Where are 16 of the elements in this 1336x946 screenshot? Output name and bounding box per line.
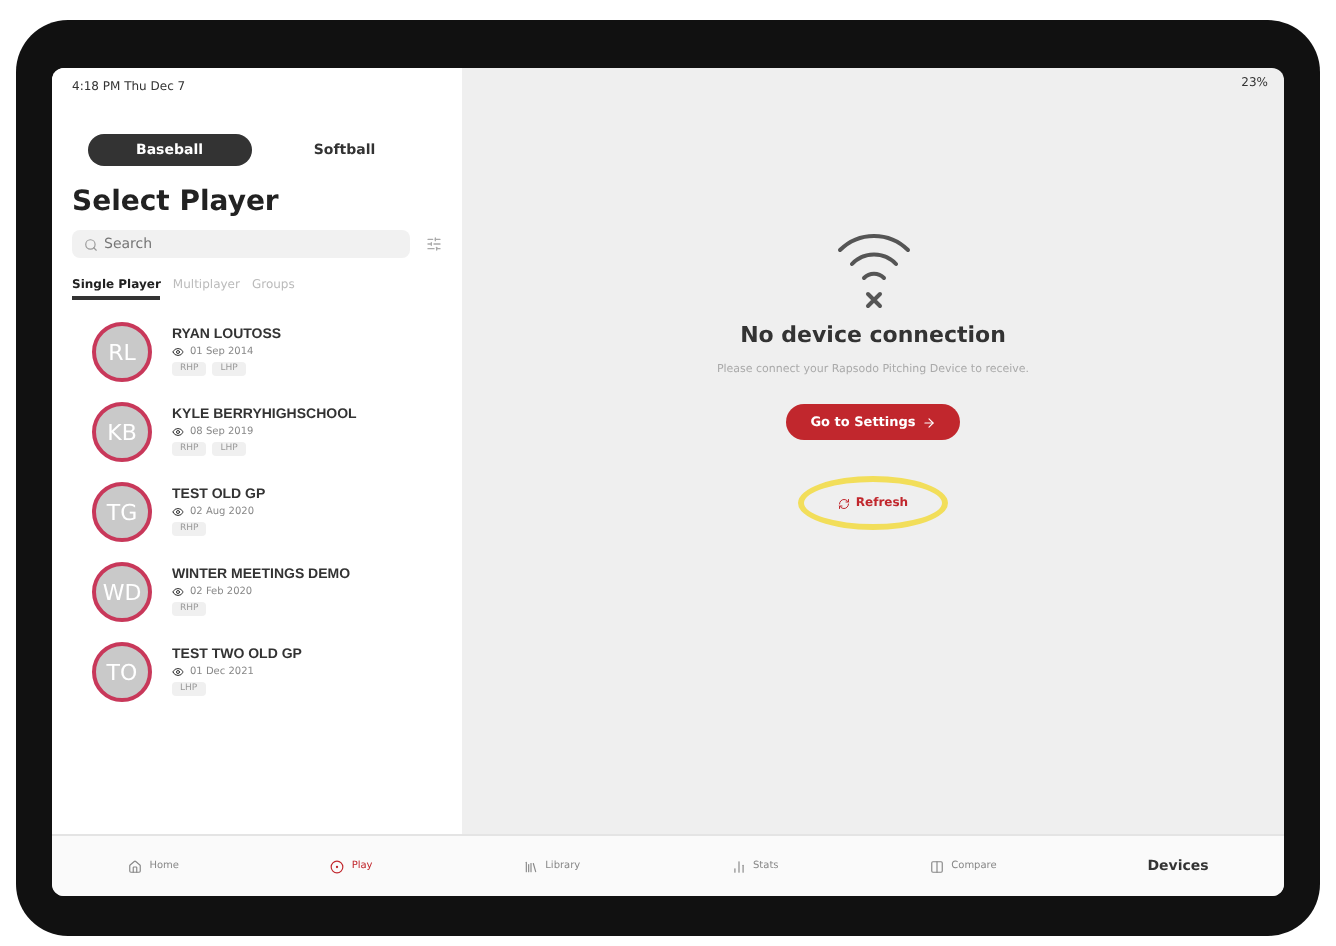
- empty-title: No device connection: [740, 322, 1006, 348]
- arrow-right-icon: [921, 415, 936, 429]
- refresh-icon: [837, 497, 850, 509]
- search-icon: [84, 238, 98, 252]
- eye-icon: [172, 666, 184, 678]
- panel-title: Select Player: [72, 186, 281, 218]
- eye-icon: [172, 586, 184, 598]
- books-icon: [523, 859, 538, 873]
- columns-icon: [929, 859, 944, 873]
- eye-icon: [172, 426, 184, 438]
- eye-icon: [172, 346, 184, 358]
- circle-icon: [329, 859, 344, 873]
- filter-icon[interactable]: [426, 236, 442, 252]
- bar-chart-icon: [731, 859, 745, 873]
- home-icon: [127, 859, 142, 873]
- eye-icon: [172, 506, 184, 518]
